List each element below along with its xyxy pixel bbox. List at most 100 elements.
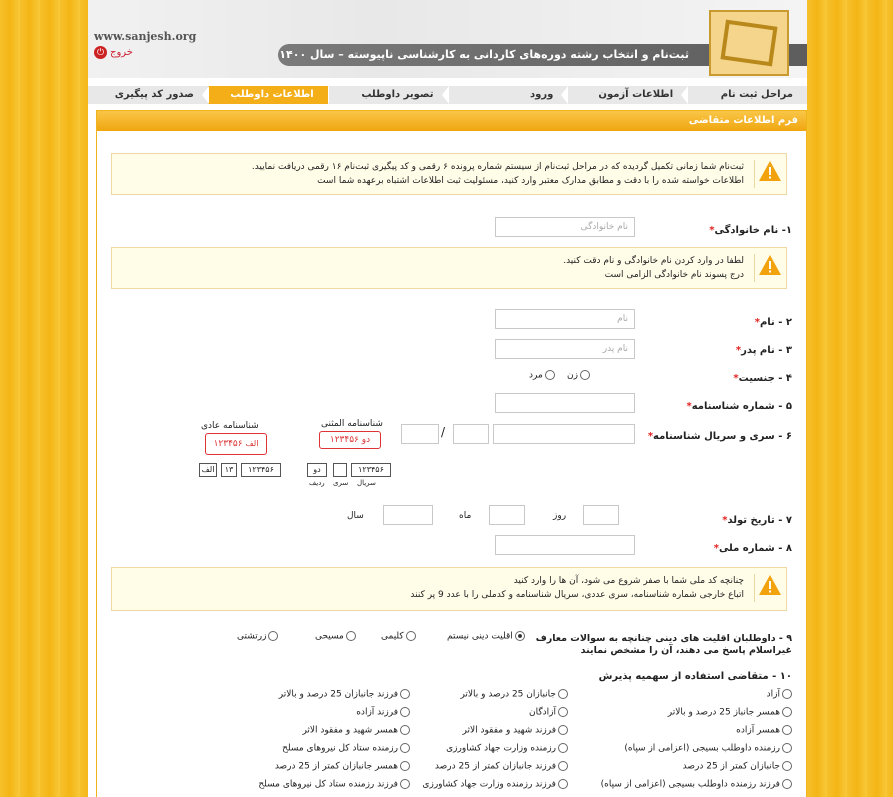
quota-option-label: همسر آزاده xyxy=(736,725,780,736)
quota-option[interactable]: فرزند جانبازان کمتر از 25 درصد xyxy=(435,761,568,772)
lastname-input[interactable]: نام خانوادگی xyxy=(495,217,635,237)
quota-option[interactable]: فرزند آزاده xyxy=(356,707,410,718)
quota-radio[interactable] xyxy=(400,707,410,717)
quota-option[interactable]: آزاد xyxy=(767,689,792,700)
exit-label: خروج xyxy=(110,47,133,58)
quota-option[interactable]: همسر جانبازان کمتر از 25 درصد xyxy=(275,761,410,772)
gender-male[interactable]: مرد xyxy=(529,370,555,381)
quota-radio[interactable] xyxy=(400,779,410,789)
gender-label: ۴ - جنسیت* xyxy=(733,373,792,384)
step-login[interactable]: ورود xyxy=(441,86,568,104)
quota-option[interactable]: رزمنده وزارت جهاد کشاورزی xyxy=(446,743,568,754)
quota-option[interactable]: فرزند رزمنده وزارت جهاد کشاورزی xyxy=(422,779,568,790)
radio-jewish[interactable] xyxy=(405,631,416,641)
radio-male[interactable] xyxy=(544,370,555,380)
caption-seri: سری xyxy=(333,479,349,487)
sample-letter-box: دو xyxy=(307,463,327,477)
gender-female[interactable]: زن xyxy=(567,370,590,381)
minority-jewish[interactable]: کلیمی xyxy=(381,631,416,642)
warning-icon xyxy=(754,574,782,602)
birth-year-input[interactable] xyxy=(383,505,433,525)
quota-radio[interactable] xyxy=(782,725,792,735)
quota-option[interactable]: آزادگان xyxy=(529,707,568,718)
step-registration[interactable]: مراحل ثبت نام xyxy=(681,86,807,104)
step-tracking-code[interactable]: صدور کد پیگیری xyxy=(88,86,208,104)
caption-radif: ردیف xyxy=(309,479,325,487)
form-panel: فرم اطلاعات متقاضی ثبت‌نام شما زمانی تکم… xyxy=(96,110,807,797)
radio-minority-none[interactable] xyxy=(514,631,525,641)
quota-radio[interactable] xyxy=(782,743,792,753)
year-caption: سال xyxy=(347,511,364,521)
quota-option[interactable]: فرزند رزمنده داوطلب بسیجی (اعزامی از سپا… xyxy=(601,779,792,790)
quota-option[interactable]: همسر شهید و مفقود الاثر xyxy=(302,725,410,736)
quota-option-label: فرزند رزمنده ستاد کل نیروهای مسلح xyxy=(258,779,398,790)
radio-zoroastrian[interactable] xyxy=(268,631,279,641)
minority-none[interactable]: اقلیت دینی نیستم xyxy=(447,631,525,642)
nationalid-input[interactable] xyxy=(495,535,635,555)
alert-line: ثبت‌نام شما زمانی تکمیل گردیده که در مرا… xyxy=(251,162,744,172)
quota-option-label: رزمنده ستاد کل نیروهای مسلح xyxy=(282,743,398,754)
card-top: الف xyxy=(245,439,259,448)
radio-christian[interactable] xyxy=(345,631,356,641)
page: www.sanjesh.org ⏻ خروج ثبت‌نام و انتخاب ر… xyxy=(88,0,807,797)
quota-radio[interactable] xyxy=(558,743,568,753)
warning-icon xyxy=(754,160,782,188)
quota-radio[interactable] xyxy=(782,779,792,789)
quota-option[interactable]: رزمنده داوطلب بسیجی (اعزامی از سپاه) xyxy=(624,743,792,754)
quota-radio[interactable] xyxy=(400,761,410,771)
quota-option[interactable]: فرزند جانبازان 25 درصد و بالاتر xyxy=(279,689,410,700)
quota-option-label: فرزند رزمنده داوطلب بسیجی (اعزامی از سپا… xyxy=(600,779,780,790)
quota-radio[interactable] xyxy=(558,779,568,789)
step-applicant-info[interactable]: اطلاعات داوطلب xyxy=(201,86,328,104)
nationalid-label: ۸ - شماره ملی* xyxy=(713,543,792,554)
idnumber-input[interactable] xyxy=(495,393,635,413)
fathername-input[interactable]: نام پدر xyxy=(495,339,635,359)
warning-icon xyxy=(754,254,782,282)
quota-radio[interactable] xyxy=(400,743,410,753)
minority-christian[interactable]: مسیحی xyxy=(315,631,356,642)
quota-radio[interactable] xyxy=(782,707,792,717)
steps-bar: مراحل ثبت نام اطلاعات آزمون ورود تصویر د… xyxy=(88,86,807,104)
quota-option-label: همسر شهید و مفقود الاثر xyxy=(302,725,398,736)
quota-radio[interactable] xyxy=(400,689,410,699)
quota-option[interactable]: همسر جانباز 25 درصد و بالاتر xyxy=(668,707,792,718)
radio-female[interactable] xyxy=(579,370,590,380)
quota-option[interactable]: فرزند رزمنده ستاد کل نیروهای مسلح xyxy=(258,779,410,790)
quota-radio[interactable] xyxy=(558,761,568,771)
quota-radio[interactable] xyxy=(558,689,568,699)
quota-option[interactable]: جانبازان 25 درصد و بالاتر xyxy=(460,689,568,700)
step-exam-info[interactable]: اطلاعات آزمون xyxy=(561,86,687,104)
page-title: ثبت‌نام و انتخاب رشته دوره‌های کاردانی ب… xyxy=(279,48,689,61)
alert-line: اتباع خارجی شماره شناسنامه، سری عددی، سر… xyxy=(410,590,744,600)
month-caption: ماه xyxy=(459,511,472,521)
quota-option[interactable]: جانبازان کمتر از 25 درصد xyxy=(683,761,792,772)
exit-button[interactable]: ⏻ خروج xyxy=(94,46,133,59)
smart-id-caption: شناسنامه المثنی xyxy=(321,419,383,429)
quota-option[interactable]: فرزند شهید و مفقود الاثر xyxy=(463,725,568,736)
quota-option-label: آزاد xyxy=(766,689,780,700)
quota-radio[interactable] xyxy=(400,725,410,735)
firstname-input[interactable]: نام xyxy=(495,309,635,329)
quota-radio[interactable] xyxy=(782,689,792,699)
quota-option-label: جانبازان 25 درصد و بالاتر xyxy=(460,689,556,700)
quota-radio[interactable] xyxy=(558,725,568,735)
alert-line: چنانچه کد ملی شما با صفر شروع می شود، آن… xyxy=(513,576,744,586)
serial-number-input[interactable] xyxy=(493,424,635,444)
series-letter-input[interactable] xyxy=(401,424,439,444)
minority-label: ۹ - داوطلبان اقلیت های دینی چنانچه به سو… xyxy=(535,633,792,644)
slash: / xyxy=(441,425,446,439)
alert-name: لطفا در وارد کردن نام خانوادگی و نام دقت… xyxy=(111,247,787,289)
quota-radio[interactable] xyxy=(782,761,792,771)
sample-letter-box-2: الف xyxy=(199,463,217,477)
birth-day-input[interactable] xyxy=(583,505,619,525)
birthdate-label: ۷ - تاریخ تولد* xyxy=(722,515,792,526)
quota-radio[interactable] xyxy=(558,707,568,717)
birth-month-input[interactable] xyxy=(489,505,525,525)
quota-option[interactable]: همسر آزاده xyxy=(736,725,792,736)
step-photo[interactable]: تصویر داوطلب xyxy=(321,86,448,104)
series-number-input[interactable] xyxy=(453,424,489,444)
quota-option[interactable]: رزمنده ستاد کل نیروهای مسلح xyxy=(282,743,410,754)
minority-zoroastrian[interactable]: زرتشتی xyxy=(237,631,279,642)
power-icon: ⏻ xyxy=(94,46,107,59)
alert-line: درج پسوند نام خانوادگی الزامی است xyxy=(604,270,744,280)
